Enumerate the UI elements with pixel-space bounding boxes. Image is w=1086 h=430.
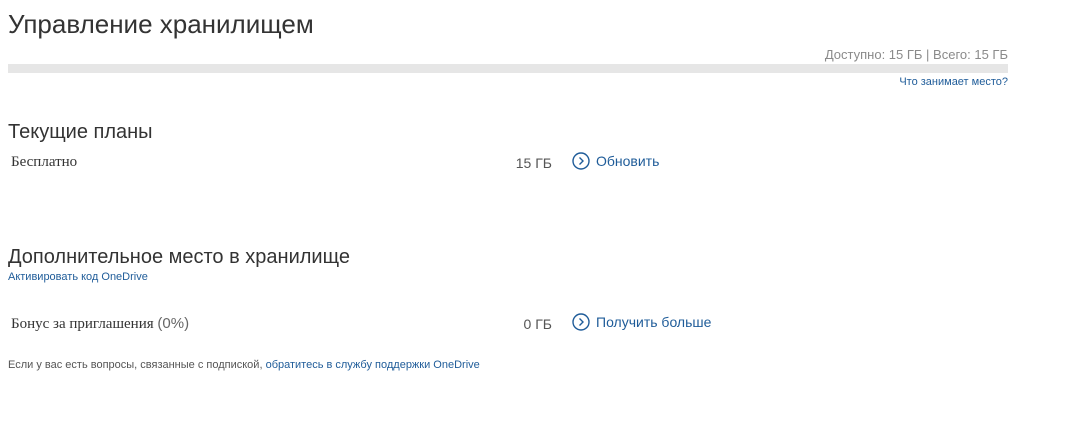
upgrade-label: Обновить <box>596 153 660 169</box>
storage-usage-bar <box>8 64 1008 73</box>
get-more-label: Получить больше <box>596 314 712 330</box>
page-title: Управление хранилищем <box>8 9 314 39</box>
support-footer: Если у вас есть вопросы, связанные с под… <box>8 359 480 371</box>
chevron-circle-right-icon <box>572 313 590 331</box>
what-takes-space-link[interactable]: Что занимает место? <box>899 76 1008 88</box>
plan-name: Бесплатно <box>11 154 78 170</box>
activate-onedrive-code-link[interactable]: Активировать код OneDrive <box>8 271 148 283</box>
bonus-size: 0 ГБ <box>523 316 552 332</box>
bonus-percent: (0%) <box>157 315 190 332</box>
bonus-name: Бонус за приглашения <box>11 316 154 332</box>
support-link[interactable]: обратитесь в службу поддержки OneDrive <box>266 359 480 371</box>
storage-summary: Доступно: 15 ГБ | Всего: 15 ГБ <box>824 47 1008 62</box>
get-more-button[interactable]: Получить больше <box>572 313 711 331</box>
additional-storage-heading: Дополнительное место в хранилище <box>8 246 350 268</box>
support-text: Если у вас есть вопросы, связанные с под… <box>8 359 263 371</box>
bonus-row-name: Бонус за приглашения (0%) <box>11 315 189 333</box>
plan-size: 15 ГБ <box>515 155 552 171</box>
chevron-circle-right-icon <box>572 152 590 170</box>
upgrade-button[interactable]: Обновить <box>572 152 659 170</box>
current-plans-heading: Текущие планы <box>8 121 153 143</box>
